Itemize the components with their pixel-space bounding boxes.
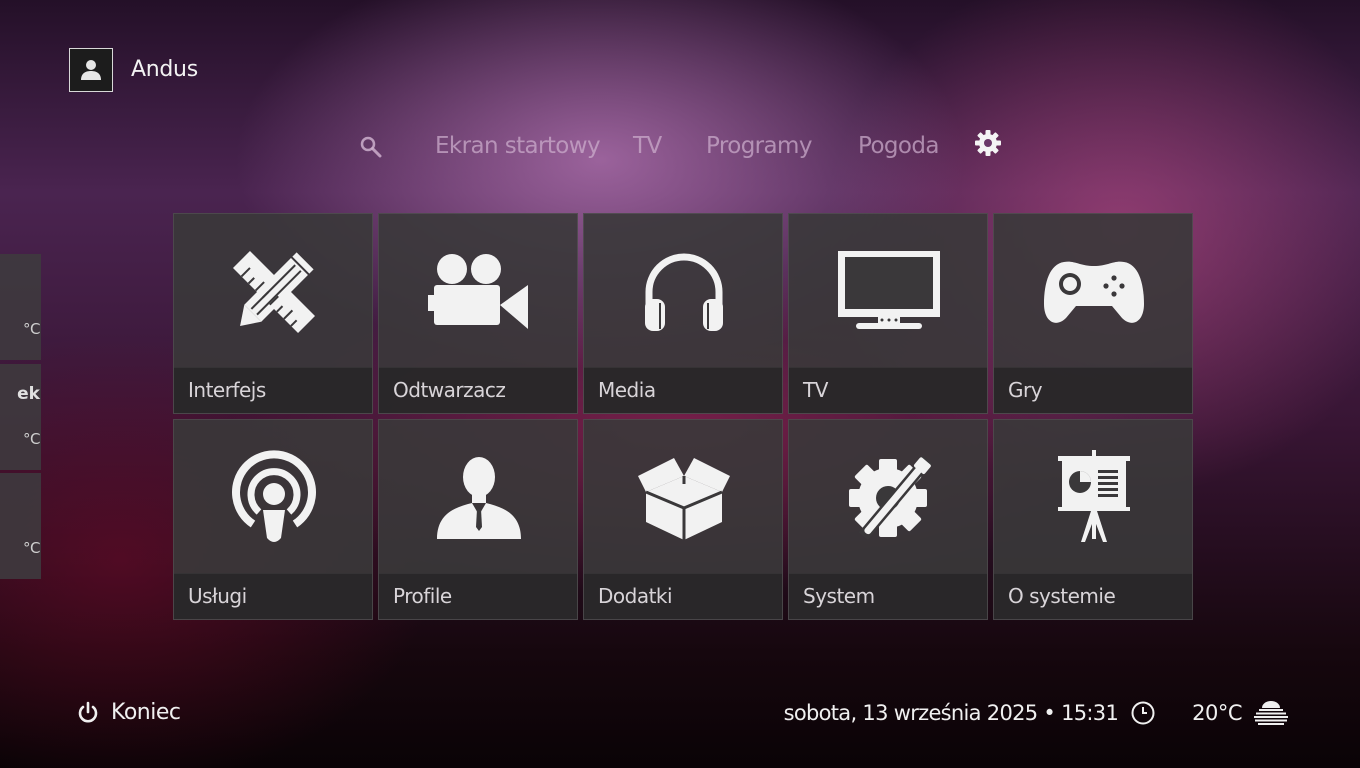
person-icon bbox=[379, 420, 579, 575]
tile-gry[interactable]: Gry bbox=[993, 213, 1193, 414]
nav-tab-home-screen[interactable]: Ekran startowy bbox=[435, 133, 601, 159]
side-panel-value: °C bbox=[23, 320, 40, 338]
side-panel-value: °C bbox=[23, 539, 40, 557]
side-panel-weather-3[interactable]: °C bbox=[0, 473, 41, 579]
gear-icon[interactable] bbox=[973, 128, 1003, 162]
tile-label: TV bbox=[789, 367, 987, 413]
user-avatar[interactable] bbox=[69, 48, 113, 92]
clock-icon[interactable] bbox=[1130, 700, 1156, 726]
temperature: 20°C bbox=[1192, 701, 1242, 725]
tile-interfejs[interactable]: Interfejs bbox=[173, 213, 373, 414]
power-icon bbox=[78, 701, 98, 722]
open-box-icon bbox=[584, 420, 784, 575]
tile-label: Profile bbox=[379, 573, 577, 619]
nav-tab-programs[interactable]: Programy bbox=[706, 133, 812, 159]
nav-tab-tv[interactable]: TV bbox=[633, 133, 662, 159]
presentation-icon bbox=[994, 420, 1194, 575]
status-bar: sobota, 13 września 2025 • 15:31 20°C bbox=[784, 700, 1290, 726]
nav-tab-weather[interactable]: Pogoda bbox=[858, 133, 939, 159]
settings-tile-grid: Interfejs Odtwarzacz Media TV Gry Usługi… bbox=[173, 213, 1193, 621]
search-icon[interactable] bbox=[359, 135, 383, 163]
tile-dodatki[interactable]: Dodatki bbox=[583, 419, 783, 620]
tile-label: Gry bbox=[994, 367, 1192, 413]
username[interactable]: Andus bbox=[131, 57, 198, 82]
tile-label: Usługi bbox=[174, 573, 372, 619]
top-navigation: Ekran startowy TV Programy Pogoda bbox=[0, 130, 1360, 166]
tile-label: Dodatki bbox=[584, 573, 782, 619]
tile-o-systemie[interactable]: O systemie bbox=[993, 419, 1193, 620]
pencil-ruler-icon bbox=[174, 214, 374, 369]
date-time: sobota, 13 września 2025 • 15:31 bbox=[783, 701, 1119, 725]
side-panel-weather-1[interactable]: °C bbox=[0, 254, 41, 360]
exit-button[interactable]: Koniec bbox=[76, 700, 181, 725]
headphones-icon bbox=[584, 214, 784, 369]
tile-label: Odtwarzacz bbox=[379, 367, 577, 413]
tile-media[interactable]: Media bbox=[583, 213, 783, 414]
tile-label: Media bbox=[584, 367, 782, 413]
tile-label: System bbox=[789, 573, 987, 619]
side-panel-weather-2[interactable]: ek °C bbox=[0, 364, 41, 470]
tile-system[interactable]: System bbox=[788, 419, 988, 620]
side-panel-value: °C bbox=[23, 430, 40, 448]
user-silhouette-icon bbox=[81, 60, 101, 80]
tile-tv[interactable]: TV bbox=[788, 213, 988, 414]
tv-icon bbox=[789, 214, 989, 369]
video-camera-icon bbox=[379, 214, 579, 369]
gear-wrench-icon bbox=[789, 420, 989, 575]
side-panel-title: ek bbox=[17, 384, 40, 404]
tile-label: Interfejs bbox=[174, 367, 372, 413]
tile-profile[interactable]: Profile bbox=[378, 419, 578, 620]
tile-uslugi[interactable]: Usługi bbox=[173, 419, 373, 620]
exit-label: Koniec bbox=[111, 700, 181, 725]
tile-odtwarzacz[interactable]: Odtwarzacz bbox=[378, 213, 578, 414]
podcast-icon bbox=[174, 420, 374, 575]
tile-label: O systemie bbox=[994, 573, 1192, 619]
gamepad-icon bbox=[994, 214, 1194, 369]
fog-icon[interactable] bbox=[1252, 700, 1290, 726]
